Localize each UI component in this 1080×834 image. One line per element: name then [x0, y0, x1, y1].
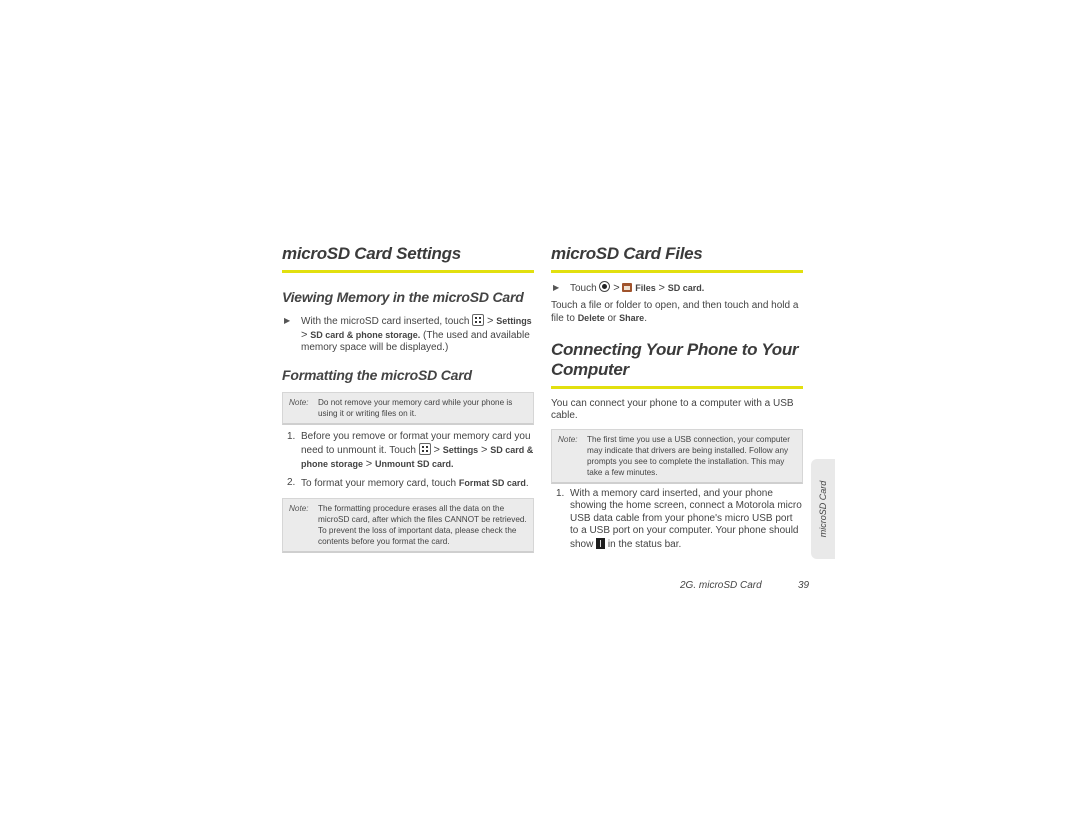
page-footer: 2G. microSD Card 39: [680, 580, 809, 591]
note-label: Note:: [558, 434, 578, 444]
heading-formatting: Formatting the microSD Card: [282, 366, 472, 383]
files-app-icon: [622, 283, 633, 292]
note-text: The first time you use a USB connection,…: [587, 434, 790, 477]
settings-label: Settings: [496, 316, 532, 326]
viewing-step: ▶ With the microSD card inserted, touch …: [284, 314, 532, 353]
storage-label: SD card & phone storage.: [310, 329, 421, 340]
left-column: microSD Card Settings Viewing Memory in …: [282, 244, 534, 553]
side-tab-label: microSD Card: [818, 480, 828, 538]
page-number: 39: [798, 580, 810, 591]
title-rule: [551, 385, 803, 389]
chapter-side-tab: microSD Card: [811, 459, 835, 559]
section-title-connecting: Connecting Your Phone to Your Computer: [551, 339, 799, 379]
section-title-files: microSD Card Files: [551, 244, 703, 263]
files-step: ▶ Touch > Files > SD card.: [553, 281, 705, 294]
home-key-icon: [599, 281, 611, 292]
usb-status-icon: [596, 537, 606, 549]
menu-key-icon: [418, 443, 431, 455]
note-label: Note:: [289, 503, 309, 513]
note-box-usb: Note: The first time you use a USB conne…: [551, 428, 803, 484]
menu-key-icon: [472, 314, 485, 326]
heading-viewing-memory: Viewing Memory in the microSD Card: [282, 289, 524, 305]
bullet-arrow-icon: ▶: [284, 316, 291, 325]
connect-description: You can connect your phone to a computer…: [551, 397, 794, 422]
format-step-2: 2. To format your memory card, touch For…: [287, 477, 529, 489]
title-rule: [551, 270, 803, 273]
note-label: Note:: [289, 397, 309, 407]
note-box-format: Note: The formatting procedure erases al…: [282, 497, 534, 553]
files-description: Touch a file or folder to open, and then…: [551, 299, 799, 325]
right-column: microSD Card Files ▶ Touch > Files > SD …: [551, 244, 803, 551]
note-box-remove: Note: Do not remove your memory card whi…: [282, 391, 534, 425]
note-text: The formatting procedure erases all the …: [318, 503, 527, 546]
note-text: Do not remove your memory card while you…: [318, 397, 513, 418]
bullet-arrow-icon: ▶: [553, 283, 560, 292]
format-step-1: 1. Before you remove or format your memo…: [287, 430, 534, 470]
title-rule: [282, 270, 534, 273]
connect-step-1: 1. With a memory card inserted, and your…: [556, 487, 802, 550]
section-title-settings: microSD Card Settings: [282, 244, 461, 263]
footer-section: 2G. microSD Card: [680, 580, 762, 591]
